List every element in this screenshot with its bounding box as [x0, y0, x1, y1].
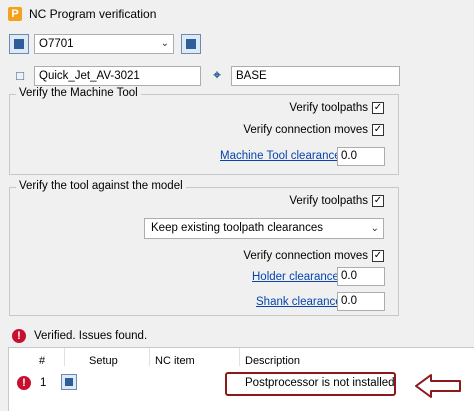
model-group-title: Verify the tool against the model: [16, 180, 186, 192]
window-title: NC Program verification: [29, 7, 157, 21]
model-verify-toolpaths-checkbox[interactable]: ✓: [372, 195, 384, 207]
nc-program-icon: [9, 34, 29, 54]
clearance-mode-select[interactable]: Keep existing toolpath clearances ⌄: [144, 218, 384, 239]
machine-tool-clearance-link[interactable]: Machine Tool clearance: [220, 150, 341, 162]
row-error-icon: !: [17, 376, 31, 390]
machine-tool-icon: □: [16, 67, 24, 83]
chevron-down-icon: ⌄: [370, 223, 379, 234]
nc-program-value: O7701: [39, 38, 74, 50]
model-verify-connection-checkbox[interactable]: ✓: [372, 250, 384, 262]
machine-tool-clearance-field[interactable]: 0.0: [337, 147, 385, 166]
shank-clearance-field[interactable]: 0.0: [337, 292, 385, 311]
workplane-icon: ⌖: [213, 67, 221, 82]
column-header-index[interactable]: #: [39, 355, 45, 367]
machine-verify-connection-checkbox[interactable]: ✓: [372, 124, 384, 136]
machine-tool-group-title: Verify the Machine Tool: [16, 87, 141, 99]
chevron-down-icon: ⌄: [160, 38, 169, 49]
pick-nc-program-button[interactable]: [181, 34, 201, 54]
clearance-mode-value: Keep existing toolpath clearances: [151, 222, 323, 234]
row-index: 1: [40, 377, 47, 389]
arrow-left-icon: [415, 374, 461, 398]
column-header-nc-item[interactable]: NC item: [155, 355, 195, 367]
shank-clearance-link[interactable]: Shank clearance: [256, 296, 342, 308]
column-header-description[interactable]: Description: [245, 355, 300, 367]
holder-clearance-field[interactable]: 0.0: [337, 267, 385, 286]
setup-icon: [61, 374, 77, 390]
error-icon: !: [12, 329, 26, 343]
nc-program-select[interactable]: O7701 ⌄: [34, 34, 174, 54]
workplane-field[interactable]: BASE: [231, 66, 400, 86]
holder-clearance-link[interactable]: Holder clearance: [252, 271, 339, 283]
machine-verify-connection-label: Verify connection moves: [243, 124, 368, 136]
model-verify-connection-label: Verify connection moves: [243, 250, 368, 262]
machine-verify-toolpaths-checkbox[interactable]: ✓: [372, 102, 384, 114]
app-icon: P: [8, 7, 22, 21]
column-header-setup[interactable]: Setup: [89, 355, 118, 367]
status-text: Verified. Issues found.: [34, 330, 148, 342]
machine-verify-toolpaths-label: Verify toolpaths: [289, 102, 368, 114]
model-verify-toolpaths-label: Verify toolpaths: [289, 195, 368, 207]
machine-tool-field[interactable]: Quick_Jet_AV-3021: [34, 66, 201, 86]
description-highlight-box: [225, 372, 396, 396]
